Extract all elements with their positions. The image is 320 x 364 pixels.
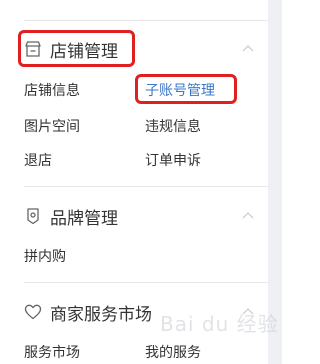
watermark: Bai du 经验 [160, 312, 279, 336]
chevron-up-icon[interactable] [242, 211, 254, 219]
divider [24, 282, 268, 283]
heart-icon [24, 304, 42, 320]
menu-item-violations[interactable]: 违规信息 [145, 116, 201, 136]
menu-item-store-info[interactable]: 店铺信息 [24, 80, 80, 100]
divider [24, 186, 268, 187]
section-title: 店铺管理 [50, 41, 118, 62]
menu-item-image-space[interactable]: 图片空间 [24, 116, 80, 136]
section-title: 品牌管理 [50, 208, 118, 229]
section-title: 商家服务市场 [50, 304, 152, 325]
chevron-up-icon[interactable] [242, 44, 254, 52]
brand-tag-icon [27, 208, 39, 225]
menu-item-sub-account[interactable]: 子账号管理 [145, 80, 215, 100]
section-brand-management[interactable]: 品牌管理 [24, 202, 254, 230]
store-icon [25, 41, 41, 57]
section-store-management[interactable]: 店铺管理 [24, 35, 254, 63]
menu-item-close-store[interactable]: 退店 [24, 150, 52, 170]
menu-item-internal-purchase[interactable]: 拼内购 [24, 246, 66, 266]
menu-item-service-market[interactable]: 服务市场 [24, 342, 80, 362]
menu-item-my-services[interactable]: 我的服务 [145, 342, 201, 362]
top-divider [24, 20, 268, 21]
menu-item-order-appeal[interactable]: 订单申诉 [145, 150, 201, 170]
